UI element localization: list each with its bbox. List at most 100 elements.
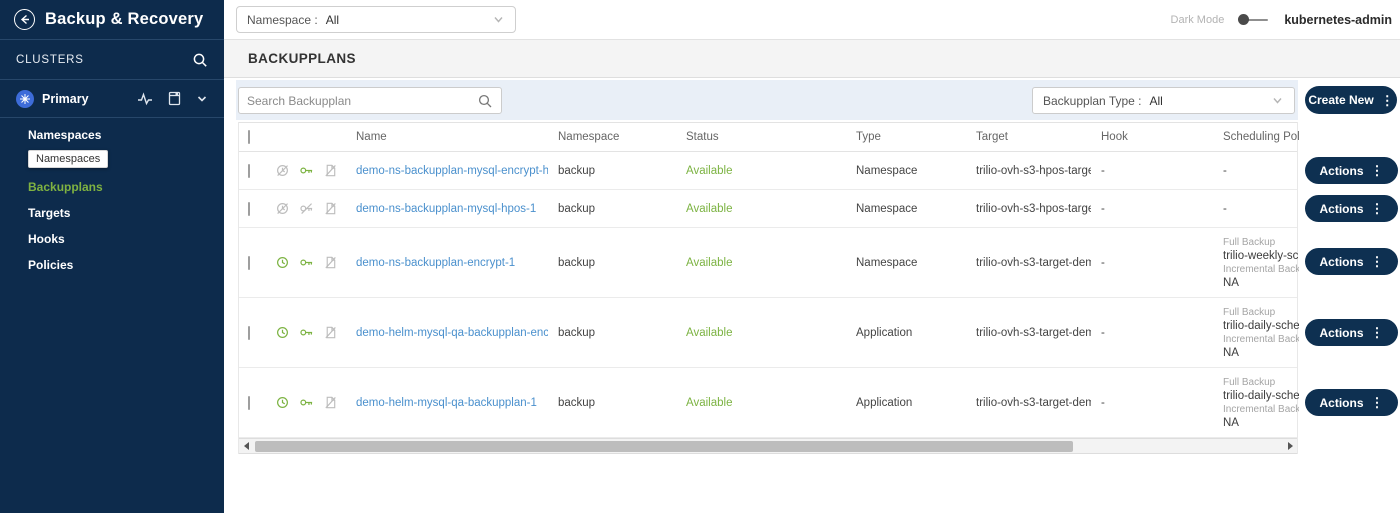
cell-target: trilio-ovh-s3-hpos-target	[966, 203, 1091, 215]
cell-type: Namespace	[846, 257, 966, 269]
backupplan-type-dropdown[interactable]: Backupplan Type : All	[1032, 87, 1295, 114]
schedule-enabled-icon	[275, 325, 290, 340]
chevron-down-icon	[1271, 94, 1284, 107]
col-header-namespace: Namespace	[548, 131, 676, 143]
full-backup-policy: trilio-daily-schedu	[1223, 319, 1299, 333]
encryption-key-disabled-icon	[299, 201, 314, 216]
actions-label: Actions	[1319, 396, 1363, 410]
row-checkbox[interactable]	[248, 256, 250, 270]
schedule-enabled-icon	[275, 255, 290, 270]
create-new-button[interactable]: Create New ⋮	[1305, 86, 1397, 114]
hook-disabled-icon	[323, 201, 338, 216]
cell-type: Namespace	[846, 165, 966, 177]
row-checkbox[interactable]	[248, 326, 250, 340]
kebab-menu-icon: ⋮	[1371, 326, 1384, 339]
actions-label: Actions	[1319, 255, 1363, 269]
cluster-tools	[137, 91, 208, 107]
select-all-checkbox[interactable]	[248, 130, 250, 144]
cluster-report-icon[interactable]	[167, 91, 182, 106]
incremental-backup-label: Incremental Backup	[1223, 264, 1299, 277]
topbar: Namespace : All Dark Mode kubernetes-adm…	[224, 0, 1400, 40]
sidebar-item-backupplans[interactable]: Backupplans	[28, 174, 224, 200]
sidebar-menu: Namespaces Namespaces Backupplans Target…	[0, 118, 224, 278]
backupplan-name-link[interactable]: demo-ns-backupplan-mysql-encrypt-hpos-1	[356, 165, 548, 177]
backupplan-name-link[interactable]: demo-helm-mysql-qa-backupplan-encrypt-1	[356, 327, 548, 339]
clusters-label: CLUSTERS	[16, 54, 84, 66]
back-button[interactable]	[14, 9, 35, 30]
sidebar-item-targets[interactable]: Targets	[28, 200, 224, 226]
table-row: demo-ns-backupplan-mysql-hpos-1 backup A…	[239, 190, 1297, 228]
app-window: Backup & Recovery CLUSTERS Primary	[0, 0, 1400, 513]
cell-scheduling-policy: Full Backup trilio-daily-schedu Incremen…	[1213, 375, 1299, 431]
row-checkbox[interactable]	[248, 202, 250, 216]
encryption-key-icon	[299, 395, 314, 410]
cluster-collapse-chevron-icon[interactable]	[196, 93, 208, 105]
cluster-row-primary[interactable]: Primary	[0, 80, 224, 118]
cell-hook: -	[1091, 203, 1213, 215]
incremental-backup-policy: NA	[1223, 416, 1299, 430]
row-actions-button[interactable]: Actions ⋮	[1305, 319, 1398, 346]
cell-type: Application	[846, 397, 966, 409]
cell-hook: -	[1091, 397, 1213, 409]
cluster-search-icon[interactable]	[192, 52, 208, 68]
dark-mode-toggle[interactable]	[1238, 13, 1270, 27]
cell-type: Namespace	[846, 203, 966, 215]
encryption-key-icon	[299, 163, 314, 178]
row-actions-button[interactable]: Actions ⋮	[1305, 389, 1398, 416]
search-input[interactable]	[239, 88, 477, 113]
col-header-target: Target	[966, 131, 1091, 143]
row-actions-button[interactable]: Actions ⋮	[1305, 248, 1398, 275]
kebab-menu-icon: ⋮	[1371, 396, 1384, 409]
create-new-label: Create New	[1308, 93, 1373, 107]
col-header-status: Status	[676, 131, 846, 143]
chevron-down-icon	[492, 13, 505, 26]
row-actions-button[interactable]: Actions ⋮	[1305, 195, 1398, 222]
status-badge: Available	[686, 397, 732, 409]
backupplan-name-link[interactable]: demo-ns-backupplan-encrypt-1	[356, 257, 515, 269]
namespace-filter-dropdown[interactable]: Namespace : All	[236, 6, 516, 33]
full-backup-policy: trilio-daily-schedu	[1223, 389, 1299, 403]
search-icon[interactable]	[477, 93, 493, 109]
scroll-right-arrow[interactable]	[1283, 439, 1297, 453]
namespace-filter-label: Namespace :	[247, 13, 318, 27]
col-header-hook: Hook	[1091, 131, 1213, 143]
cell-scheduling-policy: Full Backup trilio-daily-schedu Incremen…	[1213, 305, 1299, 361]
cell-namespace: backup	[548, 397, 676, 409]
backupplan-name-link[interactable]: demo-helm-mysql-qa-backupplan-1	[356, 397, 537, 409]
clusters-section-header: CLUSTERS	[0, 40, 224, 80]
row-checkbox[interactable]	[248, 396, 250, 410]
table-header-row: Name Namespace Status Type Target Hook S…	[239, 122, 1297, 152]
scroll-left-arrow[interactable]	[239, 439, 253, 453]
dark-mode-label: Dark Mode	[1171, 14, 1225, 26]
scrollbar-thumb[interactable]	[255, 441, 1073, 452]
cluster-health-icon[interactable]	[137, 91, 153, 107]
sidebar-header: Backup & Recovery	[0, 0, 224, 40]
incremental-backup-label: Incremental Backup	[1223, 334, 1299, 347]
sidebar-item-policies[interactable]: Policies	[28, 252, 224, 278]
topbar-right: Dark Mode kubernetes-admin	[1171, 13, 1400, 27]
page-header: BACKUPPLANS	[224, 40, 1400, 78]
col-header-type: Type	[846, 131, 966, 143]
cell-scheduling-policy: -	[1213, 165, 1299, 177]
back-arrow-icon	[19, 14, 30, 25]
hook-disabled-icon	[323, 395, 338, 410]
horizontal-scrollbar[interactable]	[239, 438, 1297, 454]
schedule-enabled-icon	[275, 395, 290, 410]
row-actions-button[interactable]: Actions ⋮	[1305, 157, 1398, 184]
incremental-backup-policy: NA	[1223, 346, 1299, 360]
kebab-menu-icon: ⋮	[1371, 255, 1384, 268]
cell-target: trilio-ovh-s3-hpos-target	[966, 165, 1091, 177]
sidebar-item-hooks[interactable]: Hooks	[28, 226, 224, 252]
row-checkbox[interactable]	[248, 164, 250, 178]
toggle-knob	[1238, 14, 1249, 25]
col-header-name: Name	[346, 131, 548, 143]
cluster-name: Primary	[42, 92, 129, 106]
toolbar: Backupplan Type : All	[236, 80, 1298, 120]
backupplan-name-link[interactable]: demo-ns-backupplan-mysql-hpos-1	[356, 203, 536, 215]
actions-label: Actions	[1319, 326, 1363, 340]
table-row: demo-ns-backupplan-mysql-encrypt-hpos-1 …	[239, 152, 1297, 190]
cell-target: trilio-ovh-s3-target-demo1	[966, 397, 1091, 409]
incremental-backup-policy: NA	[1223, 276, 1299, 290]
sidebar-item-namespaces[interactable]: Namespaces	[28, 122, 224, 148]
cell-namespace: backup	[548, 165, 676, 177]
